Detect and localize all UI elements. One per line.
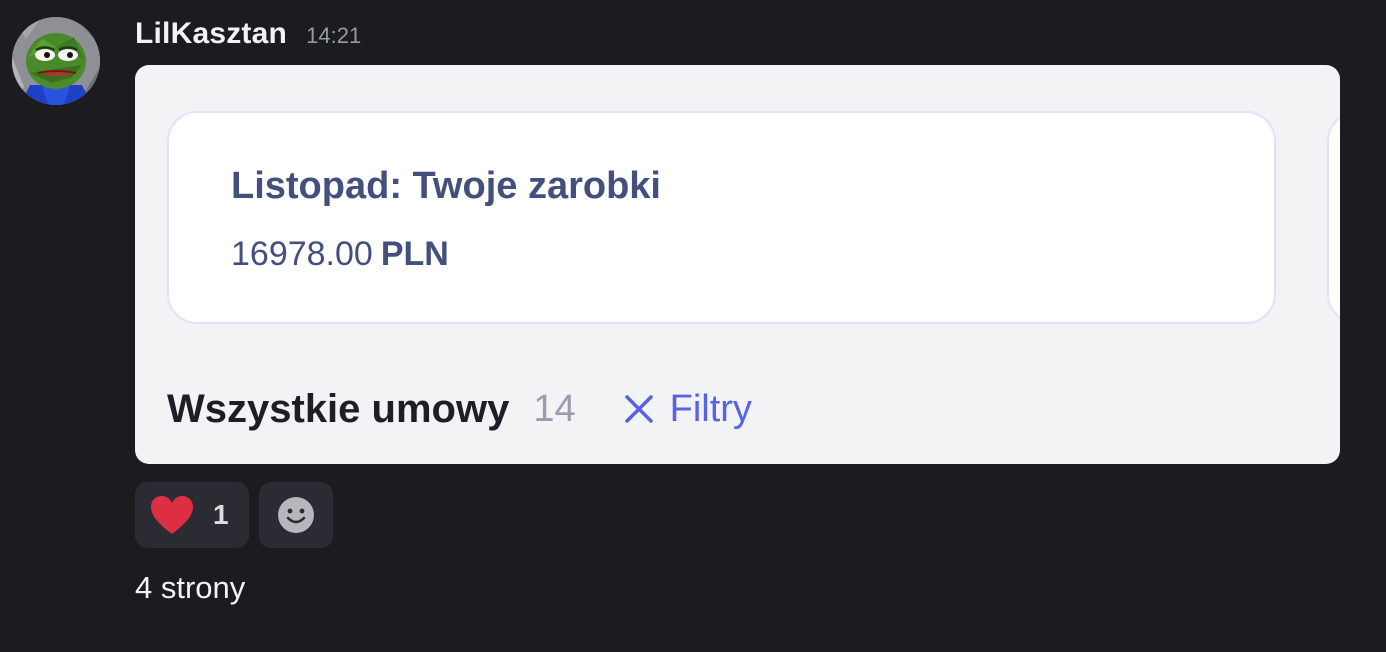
heart-icon	[151, 496, 193, 534]
earnings-card: Listopad: Twoje zarobki 16978.00 PLN	[167, 111, 1276, 324]
earnings-value: 16978.00	[231, 235, 373, 273]
pepe-frog-avatar	[12, 17, 100, 105]
add-reaction-button[interactable]	[259, 482, 333, 548]
earnings-title: Listopad: Twoje zarobki	[231, 165, 661, 207]
clear-filters-button[interactable]: Filtry	[622, 388, 752, 431]
image-attachment[interactable]: Listopad: Twoje zarobki 16978.00 PLN Wszy…	[135, 65, 1340, 464]
username[interactable]: LilKasztan	[135, 17, 287, 50]
message-timestamp[interactable]: 14:21	[306, 23, 361, 48]
heart-reaction-count: 1	[213, 499, 229, 530]
message-header: LilKasztan 14:21	[135, 17, 361, 57]
close-icon	[624, 395, 653, 423]
add-reaction-icon	[278, 497, 314, 533]
filters-label: Filtry	[669, 387, 752, 430]
heart-reaction[interactable]: 1	[135, 482, 249, 548]
earnings-amount: 16978.00 PLN	[231, 235, 449, 274]
reactions-bar: 1	[135, 482, 333, 548]
contracts-header: Wszystkie umowy 14 Filtry	[167, 383, 752, 435]
contracts-title: Wszystkie umowy	[167, 386, 510, 431]
next-card-peek	[1327, 111, 1340, 324]
user-avatar[interactable]	[12, 17, 100, 105]
message-text: 4 strony	[135, 570, 246, 605]
contracts-count: 14	[533, 387, 576, 430]
earnings-currency: PLN	[380, 235, 449, 273]
